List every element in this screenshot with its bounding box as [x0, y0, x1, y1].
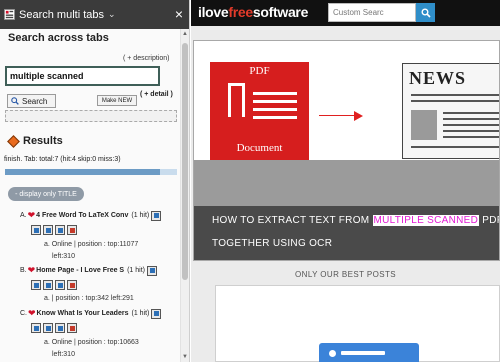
- site-top-bar: ilovefreesoftware Custom Searc: [191, 0, 500, 26]
- title-text: PDF: [482, 215, 499, 226]
- search-multi-tabs-panel: Search multi tabs ⌄ × ▲ ▼ Search across …: [0, 0, 190, 362]
- action-button[interactable]: [55, 280, 65, 290]
- close-tab-button[interactable]: [67, 323, 77, 333]
- result-position-text: a. Online | position : top:10663: [44, 339, 139, 346]
- search-icon: [11, 97, 19, 105]
- result-item[interactable]: C. ❤ Know What Is Your Leaders (1 hit): [20, 308, 162, 319]
- result-marker: C.: [20, 310, 27, 317]
- result-position-left: left:310: [52, 351, 75, 358]
- search-button-label: Search: [22, 96, 48, 106]
- result-title[interactable]: 4 Free Word To LaTeX Conv: [36, 212, 128, 219]
- panel-scrollbar[interactable]: ▲ ▼: [180, 29, 189, 362]
- action-button[interactable]: [31, 323, 41, 333]
- result-action-buttons: [29, 323, 77, 333]
- detail-options-box: [5, 110, 177, 122]
- result-item[interactable]: B. ❤ Home Page - I Love Free S (1 hit): [20, 265, 157, 276]
- result-marker: A.: [20, 212, 27, 219]
- webpage-content: ilovefreesoftware Custom Searc PDF Docum…: [191, 0, 500, 362]
- action-button[interactable]: [43, 280, 53, 290]
- results-heading-label: Results: [23, 135, 63, 147]
- heart-icon: ❤: [27, 210, 36, 220]
- progress-fill: [5, 169, 160, 175]
- arrow-right-icon: [319, 115, 355, 116]
- result-position-left: left:310: [52, 253, 75, 260]
- post-card[interactable]: [215, 285, 500, 362]
- action-button[interactable]: [31, 280, 41, 290]
- news-word: NEWS: [409, 68, 467, 88]
- extension-logo-icon: [4, 9, 15, 20]
- action-button[interactable]: [31, 225, 41, 235]
- title-text: HOW TO EXTRACT TEXT FROM: [212, 215, 370, 226]
- open-tab-button[interactable]: [151, 210, 162, 221]
- search-highlight: MULTIPLE SCANNED: [372, 215, 480, 226]
- newspaper-illustration: NEWS: [402, 63, 499, 159]
- result-hit-count: (1 hit): [131, 310, 150, 317]
- title-text-line2: TOGETHER USING OCR: [212, 238, 333, 249]
- search-button[interactable]: Search: [7, 94, 56, 108]
- site-search-input[interactable]: Custom Searc: [328, 3, 416, 22]
- site-logo[interactable]: ilovefreesoftware: [198, 4, 308, 20]
- pdf-label: PDF: [249, 65, 270, 77]
- panel-heading: Search across tabs: [8, 32, 109, 44]
- result-title[interactable]: Know What Is Your Leaders: [37, 310, 129, 317]
- result-action-buttons: [29, 280, 77, 290]
- heart-icon: ❤: [28, 308, 36, 318]
- result-position-text: a. | position : top:342 left:291: [44, 295, 134, 302]
- display-only-title-button[interactable]: - display only TITLE: [8, 187, 84, 201]
- open-tab-button[interactable]: [151, 308, 162, 319]
- scroll-down-arrow-icon[interactable]: ▼: [182, 354, 188, 360]
- panel-header-title: Search multi tabs: [19, 8, 104, 21]
- result-title[interactable]: Home Page - I Love Free S: [36, 267, 124, 274]
- result-item[interactable]: A. ❤ 4 Free Word To LaTeX Conv (1 hit): [20, 210, 162, 221]
- panel-header: Search multi tabs ⌄ ×: [0, 0, 189, 29]
- result-hit-count: (1 hit): [127, 267, 145, 274]
- result-position-text: a. Online | position : top:11077: [44, 241, 139, 248]
- search-icon: [421, 8, 431, 18]
- best-posts-label: ONLY OUR BEST POSTS: [295, 270, 396, 279]
- pdf-p-glyph: [228, 83, 245, 117]
- result-hit-count: (1 hit): [131, 212, 150, 219]
- site-search-placeholder: Custom Searc: [333, 8, 384, 17]
- close-tab-button[interactable]: [67, 280, 77, 290]
- orange-diamond-icon: [6, 134, 20, 148]
- chevron-down-icon[interactable]: ⌄: [108, 9, 116, 20]
- featured-article-card[interactable]: PDF Document NEWS HOW TO EXTRACT TEXT FR…: [193, 40, 500, 261]
- open-tab-button[interactable]: [147, 265, 157, 276]
- scrollbar-thumb[interactable]: [182, 43, 188, 280]
- result-action-buttons: [29, 225, 77, 235]
- pdf-document-illustration: PDF Document: [210, 62, 309, 160]
- heart-icon: ❤: [27, 265, 36, 275]
- post-thumbnail: [319, 343, 419, 362]
- action-button[interactable]: [55, 225, 65, 235]
- pdf-document-label: Document: [236, 142, 283, 154]
- close-tab-button[interactable]: [67, 225, 77, 235]
- description-toggle-link[interactable]: ( + description): [123, 55, 170, 62]
- logo-prefix: ilove: [198, 4, 229, 20]
- logo-suffix: software: [252, 4, 309, 20]
- results-heading: Results: [6, 134, 63, 148]
- status-text: finish. Tab: total:7 (hit:4 skip:0 miss:…: [4, 156, 121, 163]
- action-button[interactable]: [43, 323, 53, 333]
- detail-toggle-link[interactable]: ( + detail ): [140, 91, 173, 98]
- search-progress-bar: [5, 169, 177, 175]
- site-search-button[interactable]: [416, 3, 435, 22]
- search-input[interactable]: [5, 66, 160, 86]
- logo-accent: free: [228, 4, 253, 20]
- close-icon[interactable]: ×: [175, 7, 183, 21]
- result-marker: B.: [20, 267, 27, 274]
- action-button[interactable]: [43, 225, 53, 235]
- make-new-button[interactable]: Make NEW: [97, 95, 137, 106]
- article-title-caption[interactable]: HOW TO EXTRACT TEXT FROM MULTIPLE SCANNE…: [194, 206, 499, 260]
- scroll-up-arrow-icon[interactable]: ▲: [182, 31, 188, 37]
- action-button[interactable]: [55, 323, 65, 333]
